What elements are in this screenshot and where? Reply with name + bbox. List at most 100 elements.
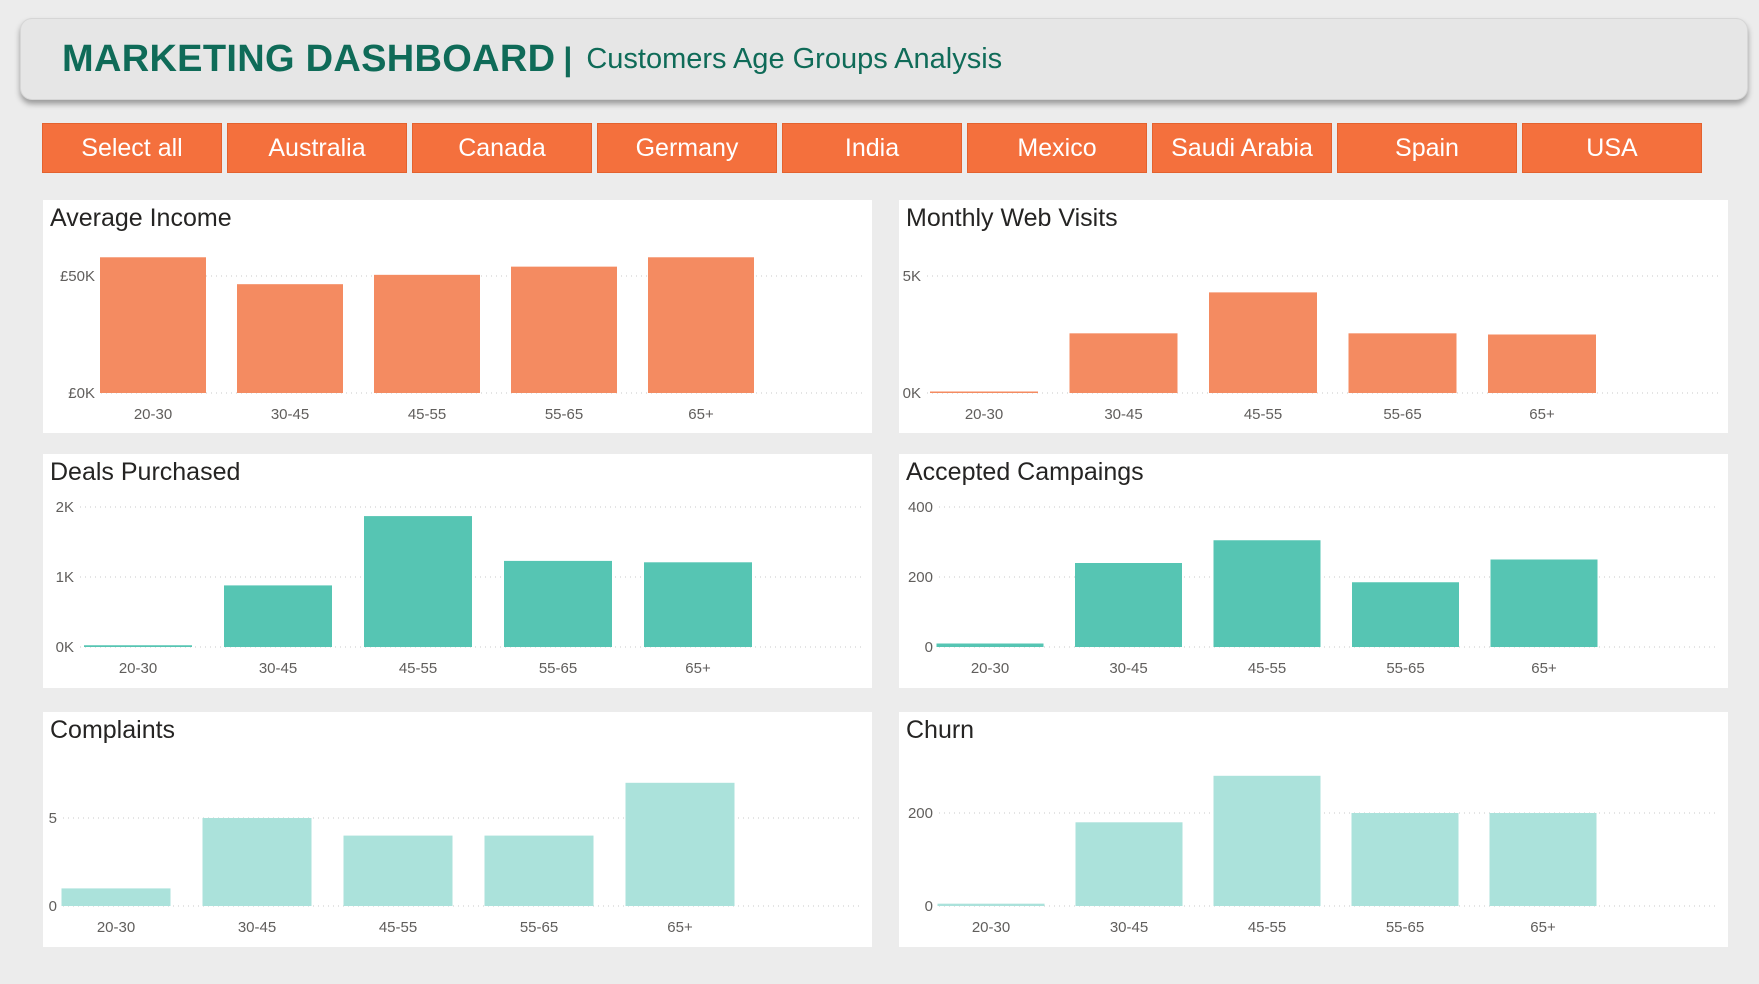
x-tick-label: 30-45 — [1110, 919, 1148, 936]
bar-30-45 — [1075, 822, 1183, 906]
y-tick-label: 0K — [903, 385, 921, 402]
bar-30-45 — [224, 585, 332, 647]
x-tick-label: 20-30 — [119, 660, 157, 677]
deals-purchased-plot: 0K 1K 2K 20-30 30-45 45-55 55-65 65+ — [56, 499, 863, 677]
y-tick-label: 5 — [49, 810, 57, 827]
y-tick-label: 0 — [925, 898, 933, 915]
x-tick-label: 30-45 — [259, 660, 297, 677]
complaints-plot: 0 5 20-30 30-45 45-55 55-65 65+ — [49, 782, 863, 936]
y-tick-label: 200 — [908, 805, 933, 822]
x-tick-label: 30-45 — [1109, 660, 1147, 677]
x-tick-label: 65+ — [667, 919, 693, 936]
x-tick-label: 30-45 — [238, 919, 276, 936]
bar-45-55 — [364, 516, 472, 647]
y-tick-label: £0K — [68, 385, 95, 402]
bar-30-45 — [202, 818, 312, 906]
x-tick-label: 65+ — [1531, 660, 1557, 677]
x-tick-label: 65+ — [688, 406, 714, 423]
bar-55-65 — [1351, 813, 1459, 906]
average-income-chart: Average Income £0K £50K 20-30 30-45 45-55 55-… — [43, 200, 872, 433]
y-tick-label: 0 — [925, 639, 933, 656]
bar-65+ — [1490, 559, 1598, 647]
x-tick-label: 45-55 — [1248, 660, 1286, 677]
x-tick-label: 65+ — [1529, 406, 1555, 423]
bar-45-55 — [1209, 292, 1317, 393]
title-separator: | — [563, 40, 573, 77]
x-tick-label: 45-55 — [1248, 919, 1286, 936]
bar-55-65 — [484, 835, 594, 906]
x-tick-label: 55-65 — [520, 919, 558, 936]
bar-30-45 — [1075, 563, 1182, 647]
bar-45-55 — [374, 274, 480, 393]
x-tick-label: 20-30 — [971, 660, 1009, 677]
y-tick-label: 400 — [908, 499, 933, 516]
x-tick-label: 65+ — [685, 660, 711, 677]
slicer-usa[interactable]: USA — [1522, 123, 1702, 173]
bar-20-30 — [84, 645, 192, 647]
x-tick-label: 20-30 — [97, 919, 135, 936]
y-tick-label: 200 — [908, 569, 933, 586]
bar-45-55 — [1213, 775, 1321, 906]
x-tick-label: 20-30 — [134, 406, 172, 423]
slicer-saudi-arabia[interactable]: Saudi Arabia — [1152, 123, 1332, 173]
bar-65+ — [648, 257, 754, 393]
bar-45-55 — [343, 835, 453, 906]
slicer-canada[interactable]: Canada — [412, 123, 592, 173]
bar-55-65 — [1352, 582, 1459, 647]
bar-65+ — [1488, 334, 1596, 393]
monthly-web-visits-plot: 0K 5K 20-30 30-45 45-55 55-65 65+ — [903, 268, 1719, 423]
x-tick-label: 45-55 — [408, 406, 446, 423]
deals-purchased-chart: Deals Purchased 0K 1K 2K 20-30 30-45 45-55 55-… — [43, 454, 872, 688]
monthly-web-visits-chart: Monthly Web Visits 0K 5K 20-30 30-45 45-55 55… — [899, 200, 1728, 433]
x-tick-label: 20-30 — [972, 919, 1010, 936]
bar-55-65 — [504, 560, 612, 647]
x-tick-label: 30-45 — [1104, 406, 1142, 423]
x-tick-label: 55-65 — [539, 660, 577, 677]
bar-65+ — [1489, 813, 1597, 906]
slicer-india[interactable]: India — [782, 123, 962, 173]
dashboard-header: MARKETING DASHBOARD | Customers Age Grou… — [20, 18, 1748, 100]
x-tick-label: 55-65 — [1383, 406, 1421, 423]
bar-20-30 — [937, 903, 1045, 906]
y-tick-label: 1K — [56, 569, 74, 586]
x-tick-label: 55-65 — [1386, 660, 1424, 677]
bar-20-30 — [100, 257, 206, 393]
churn-plot: 0 200 20-30 30-45 45-55 55-65 65+ — [908, 775, 1719, 936]
x-tick-label: 55-65 — [545, 406, 583, 423]
bar-65+ — [625, 782, 735, 906]
x-tick-label: 55-65 — [1386, 919, 1424, 936]
bar-20-30 — [61, 888, 171, 906]
dashboard-title: MARKETING DASHBOARD — [62, 37, 556, 80]
y-tick-label: 0 — [49, 898, 57, 915]
slicer-germany[interactable]: Germany — [597, 123, 777, 173]
x-tick-label: 30-45 — [271, 406, 309, 423]
x-tick-label: 45-55 — [1244, 406, 1282, 423]
x-tick-label: 45-55 — [379, 919, 417, 936]
y-tick-label: 2K — [56, 499, 74, 516]
accepted-campaigns-plot: 0 200 400 20-30 30-45 45-55 55-65 65+ — [908, 499, 1719, 677]
average-income-plot: £0K £50K 20-30 30-45 45-55 55-65 65+ — [60, 257, 863, 423]
bar-55-65 — [1348, 333, 1457, 393]
bar-65+ — [644, 562, 752, 647]
bar-20-30 — [936, 643, 1044, 647]
x-tick-label: 45-55 — [399, 660, 437, 677]
accepted-campaigns-chart: Accepted Campaings 0 200 400 20-30 30-45 45-5… — [899, 454, 1728, 688]
slicer-australia[interactable]: Australia — [227, 123, 407, 173]
country-slicer: Select all Australia Canada Germany Indi… — [42, 123, 1702, 173]
bar-55-65 — [511, 266, 617, 393]
bar-45-55 — [1213, 540, 1321, 647]
y-tick-label: 5K — [903, 268, 921, 285]
x-tick-label: 20-30 — [965, 406, 1003, 423]
complaints-chart: Complaints 0 5 20-30 30-45 45-55 55-65 65+ — [43, 712, 872, 947]
slicer-spain[interactable]: Spain — [1337, 123, 1517, 173]
bar-30-45 — [1069, 333, 1178, 393]
churn-chart: Churn 0 200 20-30 30-45 45-55 55-65 65+ — [899, 712, 1728, 947]
slicer-mexico[interactable]: Mexico — [967, 123, 1147, 173]
bar-20-30 — [930, 391, 1038, 393]
dashboard-subtitle: Customers Age Groups Analysis — [586, 42, 1003, 75]
x-tick-label: 65+ — [1530, 919, 1556, 936]
y-tick-label: £50K — [60, 268, 95, 285]
slicer-select-all[interactable]: Select all — [42, 123, 222, 173]
y-tick-label: 0K — [56, 639, 74, 656]
bar-30-45 — [237, 284, 343, 393]
